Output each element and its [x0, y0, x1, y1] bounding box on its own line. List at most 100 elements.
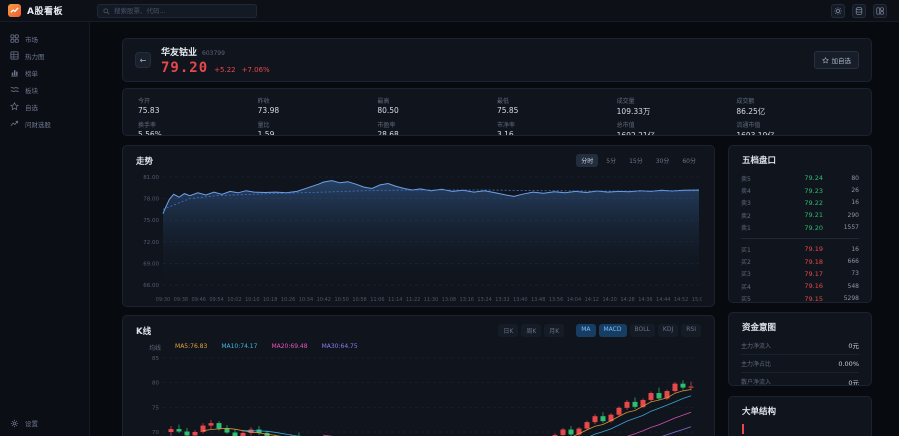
app-logo-icon [8, 4, 21, 17]
stat-label: 总市值 [617, 120, 737, 129]
orderbook-level-label: 卖4 [741, 186, 763, 195]
orderbook-row: 买379.1773 [741, 268, 859, 280]
svg-text:09:38: 09:38 [174, 297, 188, 303]
sidebar-item-ranking[interactable]: 榜单 [0, 64, 89, 81]
svg-text:13:48: 13:48 [531, 297, 545, 303]
intraday-chart: 81.0078.0075.0072.0069.0066.0009:3009:38… [137, 173, 702, 307]
ranking-icon [10, 68, 19, 77]
stock-code: 603799 [202, 50, 225, 57]
orderbook-price: 79.20 [763, 224, 823, 232]
sidebar-item-sectors[interactable]: 板块 [0, 81, 89, 98]
back-button[interactable]: ← [135, 52, 151, 68]
svg-text:10:18: 10:18 [263, 297, 277, 303]
svg-text:72.00: 72.00 [143, 240, 159, 246]
sidebar-item-heatmap[interactable]: 热力图 [0, 47, 89, 64]
trend-period-button[interactable]: 5分 [601, 154, 621, 167]
indicator-button[interactable]: MACD [599, 324, 627, 337]
sidebar-item-stock-diagnosis[interactable]: 问财选股 [0, 115, 89, 132]
stat-cell: 换手率5.56% [138, 120, 258, 136]
button-group-spacer [567, 324, 573, 337]
orderbook-qty: 26 [823, 187, 859, 194]
sidebar-item-settings[interactable]: 设置 [10, 418, 38, 428]
orderbook-level-label: 买3 [741, 269, 763, 278]
stat-cell: 市净率3.16 [497, 120, 617, 136]
kline-period-button[interactable]: 月K [544, 324, 564, 337]
search-bar[interactable] [97, 4, 257, 18]
sidebar-item-label: 榜单 [25, 68, 38, 78]
ma-legend-item: MA5:76.83 [175, 343, 207, 352]
sectors-icon [10, 85, 19, 94]
fund-label: 散户净流入 [741, 377, 771, 386]
indicator-button[interactable]: RSI [681, 324, 701, 337]
svg-text:10:26: 10:26 [281, 297, 295, 303]
fund-row: 主力净流入0元 [741, 336, 859, 354]
trend-period-button[interactable]: 30分 [651, 154, 675, 167]
sidebar-item-label: 自选 [25, 102, 38, 112]
svg-text:69.00: 69.00 [143, 261, 159, 267]
add-watchlist-label: 加自选 [832, 55, 852, 65]
indicator-button[interactable]: KDJ [658, 324, 678, 337]
svg-text:75: 75 [152, 405, 159, 411]
sidebar-item-market[interactable]: 市场 [0, 30, 89, 47]
svg-text:75.00: 75.00 [143, 218, 159, 224]
svg-text:14:20: 14:20 [602, 297, 616, 303]
ma-legend-item: MA10:74.17 [221, 343, 257, 352]
layout-button[interactable] [873, 4, 887, 18]
data-source-button[interactable] [852, 4, 866, 18]
indicator-button[interactable]: BOLL [630, 324, 655, 337]
svg-text:14:28: 14:28 [620, 297, 634, 303]
sidebar: 市场热力图榜单板块自选问财选股 设置 [0, 22, 90, 436]
indicator-button[interactable]: MA [576, 324, 595, 337]
svg-text:10:10: 10:10 [245, 297, 259, 303]
sun-icon [834, 7, 842, 15]
svg-text:13:08: 13:08 [442, 297, 456, 303]
svg-text:66.00: 66.00 [143, 283, 159, 289]
kline-period-button[interactable]: 日K [498, 324, 518, 337]
stock-price: 79.20 [161, 60, 208, 76]
add-watchlist-button[interactable]: 加自选 [814, 51, 860, 69]
trend-card: 走势 分时5分15分30分60分 81.0078.0075.0072.0069.… [122, 145, 715, 307]
stock-change-pct: +7.06% [242, 66, 270, 74]
stock-name: 华友钴业 [161, 45, 197, 58]
orderbook-level-label: 卖3 [741, 198, 763, 207]
stat-label: 换手率 [138, 120, 258, 129]
stat-value: 109.33万 [617, 106, 737, 117]
orderbook-qty: 16 [823, 246, 859, 253]
stat-value: 1693.19亿 [736, 130, 856, 136]
kline-period-button[interactable]: 周K [521, 324, 541, 337]
orderbook-price: 79.21 [763, 211, 823, 219]
trend-period-button[interactable]: 分时 [576, 154, 598, 167]
sidebar-item-label: 问财选股 [25, 119, 51, 129]
heatmap-icon [10, 51, 19, 60]
stock-info: 华友钴业 603799 79.20 +5.22 +7.06% [161, 45, 270, 76]
fund-row: 散户净流入 0元 [741, 372, 859, 386]
trend-period-button[interactable]: 60分 [677, 154, 701, 167]
orderbook-row: 卖579.2480 [741, 172, 859, 184]
svg-text:14:12: 14:12 [585, 297, 599, 303]
sidebar-item-label: 市场 [25, 34, 38, 44]
funds-card: 资金意图 主力净流入0元主力净占比0.00%散户净流入0元 [728, 312, 872, 386]
orderbook-level-label: 买2 [741, 257, 763, 266]
big-orders-title: 大单结构 [742, 405, 776, 417]
svg-text:09:30: 09:30 [156, 297, 170, 303]
stat-cell: 成交量109.33万 [617, 96, 737, 117]
search-input[interactable] [114, 7, 251, 15]
sidebar-item-watchlist[interactable]: 自选 [0, 98, 89, 115]
theme-toggle-button[interactable] [831, 4, 845, 18]
orderbook-row: 卖479.2326 [741, 184, 859, 196]
fund-value: 0元 [848, 377, 859, 387]
stat-value: 80.50 [377, 106, 497, 115]
stat-cell: 成交额86.25亿 [736, 96, 856, 117]
stat-cell: 流通市值1693.19亿 [736, 120, 856, 136]
topbar-actions [831, 4, 887, 18]
fund-value: 0元 [848, 340, 859, 350]
stat-cell: 最低75.85 [497, 96, 617, 117]
stat-label: 昨收 [258, 96, 378, 105]
stat-label: 市净率 [497, 120, 617, 129]
stat-cell: 总市值1692.21亿 [617, 120, 737, 136]
orderbook-level-label: 买5 [741, 294, 763, 303]
trend-period-button[interactable]: 15分 [624, 154, 648, 167]
stat-value: 75.85 [497, 106, 617, 115]
stat-label: 成交额 [736, 96, 856, 105]
settings-label: 设置 [25, 418, 38, 428]
